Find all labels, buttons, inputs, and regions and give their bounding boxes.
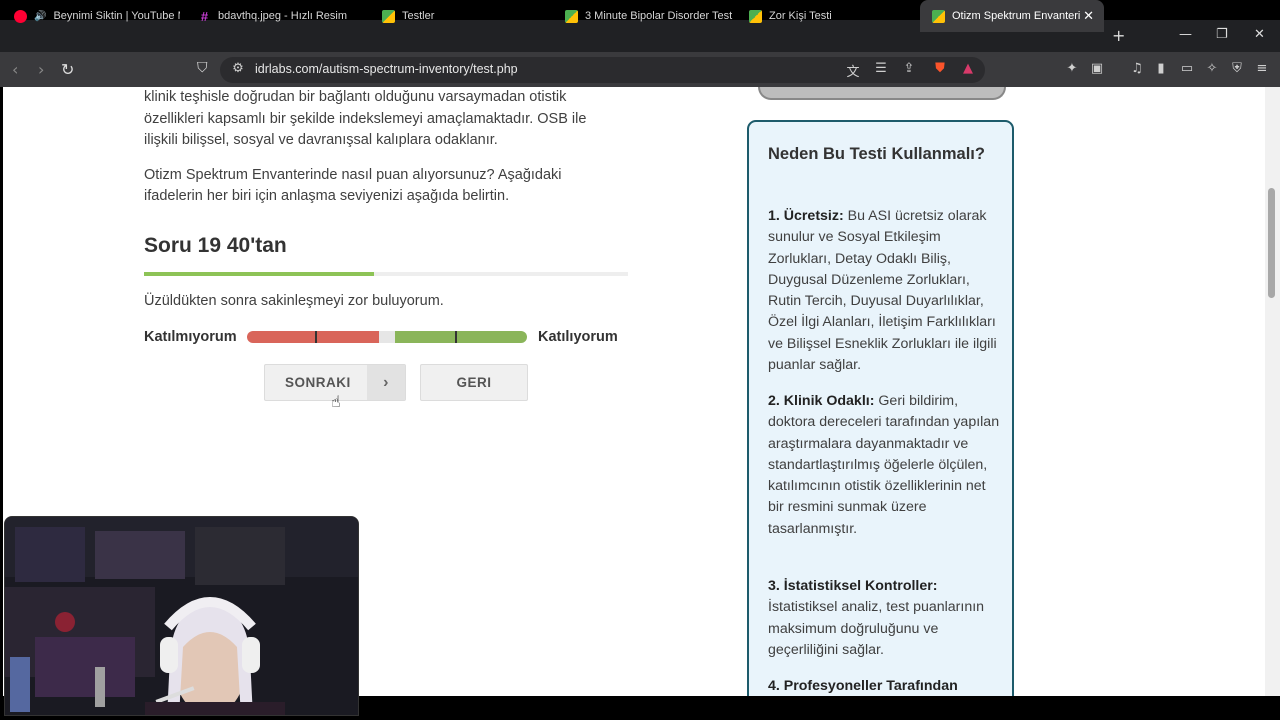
- brave-rewards-icon[interactable]: ▲: [960, 61, 976, 76]
- vpn-icon[interactable]: ⛨: [1229, 61, 1245, 76]
- back-button[interactable]: GERI: [420, 364, 528, 401]
- window-close-icon[interactable]: ✕: [1254, 27, 1265, 42]
- chevron-right-icon: ›: [367, 365, 405, 400]
- new-tab-icon[interactable]: +: [1112, 26, 1125, 45]
- scrollbar-thumb[interactable]: [1268, 188, 1275, 298]
- back-icon[interactable]: ‹: [12, 60, 18, 79]
- intro-paragraph-2: Otizm Spektrum Envanterinde nasıl puan a…: [144, 166, 562, 205]
- intro-text: klinik teşhisle doğrudan bir bağlantı ol…: [144, 87, 614, 221]
- benefit-item: 3. İstatistiksel Kontroller: İstatistiks…: [768, 576, 1004, 661]
- tab-bipolar[interactable]: 3 Minute Bipolar Disorder Test: [553, 0, 733, 32]
- tab-title: Zor Kişi Testi: [769, 10, 832, 22]
- webcam-feed-image: [5, 517, 358, 715]
- reader-mode-icon[interactable]: ☰: [873, 61, 889, 76]
- tab-title: bdavthq.jpeg - Hızlı Resim: [218, 10, 347, 22]
- benefit-label: 3. İstatistiksel Kontroller:: [768, 578, 938, 594]
- wallet-icon[interactable]: ▭: [1179, 61, 1195, 76]
- scale-tick: [315, 331, 317, 343]
- scale-disagree-segment[interactable]: [247, 331, 379, 343]
- menu-icon[interactable]: ≡: [1254, 61, 1270, 76]
- image-icon: #: [200, 8, 209, 24]
- browser-window: 🔊 Beynimi Siktin | YouTube Mu # bdavthq.…: [0, 0, 1280, 720]
- tab-youtube[interactable]: 🔊 Beynimi Siktin | YouTube Mu: [2, 0, 180, 32]
- reload-icon[interactable]: ↻: [61, 60, 74, 79]
- idrlabs-icon: [382, 9, 395, 23]
- bookmark-icon[interactable]: ⛉: [197, 60, 208, 76]
- benefit-item: 1. Ücretsiz: Bu ASI ücretsiz olarak sunu…: [768, 206, 1004, 376]
- benefit-label: 2. Klinik Odaklı:: [768, 393, 875, 409]
- translate-icon[interactable]: 文: [845, 61, 861, 80]
- question-progress-bar: [144, 272, 628, 276]
- close-tab-icon[interactable]: ✕: [1083, 8, 1094, 24]
- tab-title: Beynimi Siktin | YouTube Mu: [53, 10, 180, 22]
- tab-title: Testler: [402, 10, 435, 22]
- forward-icon[interactable]: ›: [38, 60, 44, 79]
- tab-zor-kisi[interactable]: Zor Kişi Testi: [737, 0, 917, 32]
- next-button-label: SONRAKI: [285, 375, 351, 390]
- benefit-text: İstatistiksel analiz, test puanlarının m…: [768, 599, 985, 658]
- idrlabs-icon: [932, 9, 945, 23]
- progress-fill: [144, 272, 374, 276]
- agree-label: Katılıyorum: [538, 329, 618, 345]
- brave-shield-icon[interactable]: ⛊: [932, 61, 948, 76]
- share-icon[interactable]: ⇪: [901, 61, 917, 76]
- hand-pointer-cursor-icon: ☝: [331, 392, 341, 411]
- intro-paragraph-1: klinik teşhisle doğrudan bir bağlantı ol…: [144, 89, 587, 148]
- scale-agree-segment[interactable]: [395, 331, 527, 343]
- benefit-item: 2. Klinik Odaklı: Geri bildirim, doktora…: [768, 391, 1004, 540]
- youtube-icon: [14, 9, 27, 23]
- back-button-label: GERI: [456, 375, 492, 390]
- tab-otizm-active[interactable]: Otizm Spektrum Envanteri ✕: [920, 0, 1104, 32]
- benefit-text: Geri bildirim, doktora dereceleri tarafı…: [768, 393, 1000, 537]
- benefit-label: 1. Ücretsiz:: [768, 208, 844, 224]
- restore-icon[interactable]: ❐: [1216, 27, 1228, 42]
- media-icon[interactable]: ♫: [1129, 61, 1145, 76]
- webcam-overlay: [4, 516, 359, 716]
- minimize-icon[interactable]: —: [1179, 27, 1192, 42]
- tab-image[interactable]: # bdavthq.jpeg - Hızlı Resim: [186, 0, 366, 32]
- url-text[interactable]: idrlabs.com/autism-spectrum-inventory/te…: [255, 62, 518, 76]
- tab-testler[interactable]: Testler: [370, 0, 550, 32]
- idrlabs-icon: [749, 9, 762, 23]
- leo-ai-icon[interactable]: ✧: [1204, 61, 1220, 76]
- scale-tick: [455, 331, 457, 343]
- disagree-label: Katılmıyorum: [144, 329, 237, 345]
- benefit-label: 4. Profesyoneller Tarafından: [768, 678, 958, 694]
- idrlabs-icon: [565, 9, 578, 23]
- scale-neutral-handle[interactable]: [379, 331, 395, 343]
- speaker-icon[interactable]: 🔊: [34, 11, 46, 22]
- sidebar-toggle-icon[interactable]: ▮: [1153, 61, 1169, 76]
- why-use-heading: Neden Bu Testi Kullanmalı?: [768, 145, 985, 163]
- benefit-item: 4. Profesyoneller Tarafından: [768, 676, 1004, 696]
- why-use-test-box: Neden Bu Testi Kullanmalı? 1. Ücretsiz: …: [747, 120, 1014, 696]
- extensions-icon[interactable]: ✦: [1064, 61, 1080, 76]
- promo-image-edge: [758, 87, 1006, 100]
- question-counter-title: Soru 19 40'tan: [144, 234, 287, 257]
- tab-title: Otizm Spektrum Envanteri: [952, 10, 1081, 22]
- benefit-text: Bu ASI ücretsiz olarak sunulur ve Sosyal…: [768, 208, 997, 374]
- tab-title: 3 Minute Bipolar Disorder Test: [585, 10, 733, 22]
- agreement-scale[interactable]: [247, 331, 527, 343]
- page-scrollbar[interactable]: [1265, 87, 1280, 696]
- question-text: Üzüldükten sonra sakinleşmeyi zor buluyo…: [144, 293, 444, 309]
- wallet-screenshot-icon[interactable]: ▣: [1089, 61, 1105, 76]
- site-info-icon[interactable]: ⚙: [230, 61, 246, 76]
